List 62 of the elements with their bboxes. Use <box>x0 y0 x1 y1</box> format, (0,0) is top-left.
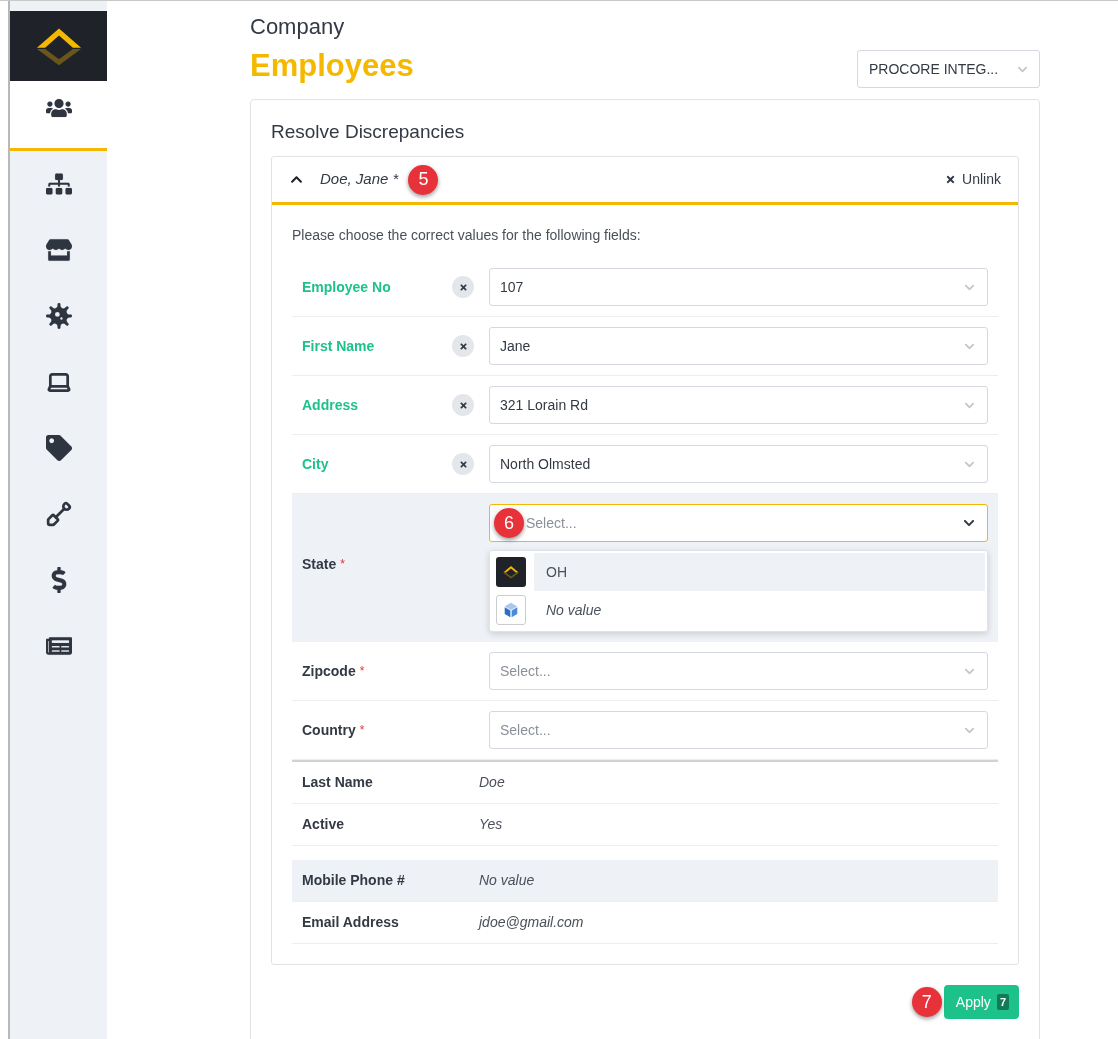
field-label: City <box>302 454 329 474</box>
sitemap-icon <box>45 171 72 197</box>
card-title: Resolve Discrepancies <box>271 120 466 144</box>
sidebar-item[interactable] <box>10 81 107 151</box>
select-value: 107 <box>500 277 524 297</box>
tag-icon <box>45 435 72 461</box>
chevron-down-icon <box>963 517 975 529</box>
select-field[interactable]: North Olmsted <box>489 445 988 483</box>
record-name: Doe, Jane * <box>320 169 399 190</box>
detail-label: Active <box>302 815 346 834</box>
detail-value: No value <box>479 871 535 890</box>
page-subtitle: Company <box>250 13 346 41</box>
select-value: North Olmsted <box>500 454 591 474</box>
count-badge: 7 <box>996 993 1009 1011</box>
clear-button[interactable] <box>452 394 474 416</box>
select-field[interactable]: 6 Select... <box>489 504 988 542</box>
cube-icon <box>496 595 526 625</box>
clear-button[interactable] <box>452 335 474 357</box>
detail-label: Last Name <box>302 773 374 792</box>
field-label: Address <box>302 395 359 415</box>
unlink-button[interactable]: Unlink <box>945 169 1001 190</box>
store-icon <box>45 237 72 263</box>
chevron-up-icon <box>289 173 303 186</box>
close-icon <box>458 400 468 410</box>
detail-label: Email Address <box>302 913 400 932</box>
select-placeholder: Select... <box>500 661 551 681</box>
detail-value: Doe <box>479 773 505 792</box>
select-field[interactable]: 107 <box>489 268 988 306</box>
field-label: First Name <box>302 336 375 356</box>
required-mark: * <box>340 556 345 573</box>
page-title: Employees <box>250 47 414 85</box>
clear-button[interactable] <box>452 276 474 298</box>
step-marker: 7 <box>911 987 942 1017</box>
field-label: State <box>302 554 337 574</box>
close-icon <box>458 282 468 292</box>
select-placeholder: Select... <box>526 513 577 533</box>
select-field[interactable]: 321 Lorain Rd <box>489 386 988 424</box>
field-label: Zipcode <box>302 661 356 681</box>
select-field[interactable]: Jane <box>489 327 988 365</box>
field-label: Employee No <box>302 277 391 297</box>
field-label: Country <box>302 720 356 740</box>
step-marker: 5 <box>408 164 439 195</box>
instructions-text: Please choose the correct values for the following fields: <box>292 226 642 245</box>
people-icon <box>45 95 72 121</box>
close-icon <box>458 341 468 351</box>
required-mark: * <box>359 722 365 739</box>
detail-label: Mobile Phone # <box>302 871 406 890</box>
select-value: 321 Lorain Rd <box>500 395 588 415</box>
shovel-icon <box>45 501 72 527</box>
detail-value: jdoe@gmail.com <box>479 913 584 932</box>
detail-value: Yes <box>479 815 503 834</box>
step-marker: 6 <box>494 508 524 538</box>
dropdown-option[interactable]: OH <box>534 553 985 591</box>
virus-icon <box>45 303 72 329</box>
apply-button[interactable]: Apply 7 <box>943 985 1019 1019</box>
select-placeholder: Select... <box>500 720 551 740</box>
close-icon <box>945 174 957 185</box>
close-icon <box>458 459 468 469</box>
required-mark: * <box>359 663 365 680</box>
select-value: Jane <box>500 336 531 356</box>
integration-select[interactable]: PROCORE INTEG... <box>857 50 1040 88</box>
clear-button[interactable] <box>452 453 474 475</box>
